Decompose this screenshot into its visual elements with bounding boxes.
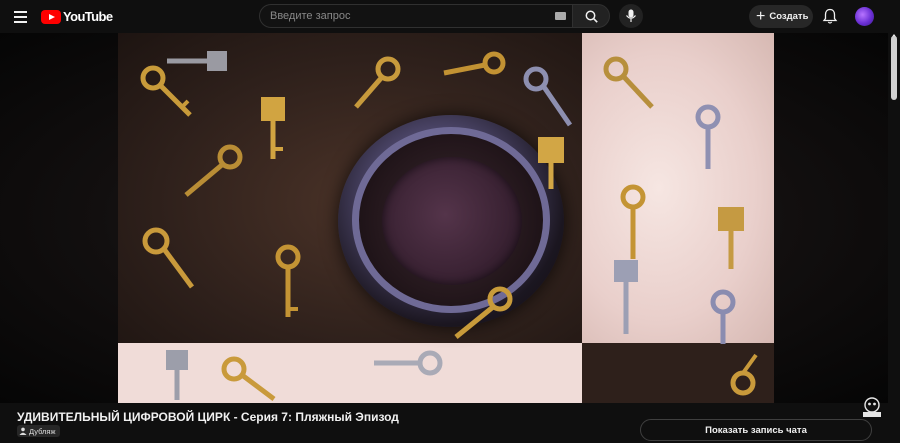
key-image: [261, 97, 285, 159]
video-player[interactable]: [0, 33, 888, 417]
search-icon: [585, 10, 598, 23]
video-title: УДИВИТЕЛЬНЫЙ ЦИФРОВОЙ ЦИРК - Серия 7: Пл…: [17, 410, 399, 424]
cauldron-inner: [382, 157, 522, 285]
key-image: [718, 207, 744, 269]
key-image: [730, 353, 758, 396]
key-image: [443, 51, 506, 76]
key-image: [166, 350, 188, 400]
scrollbar-thumb[interactable]: [891, 36, 897, 100]
youtube-logo-icon: [41, 9, 61, 24]
key-image: [184, 144, 243, 197]
key-image: [354, 56, 401, 109]
key-image: [167, 51, 227, 71]
chat-button-label: Показать запись чата: [705, 424, 807, 436]
video-frame[interactable]: [118, 33, 774, 403]
key-image: [221, 356, 276, 401]
plus-icon: +: [756, 7, 766, 25]
channel-watermark-icon[interactable]: [860, 396, 884, 418]
key-image: [454, 286, 513, 339]
voice-search-button[interactable]: [619, 4, 643, 28]
bell-icon[interactable]: [822, 8, 838, 25]
search-button[interactable]: [572, 4, 610, 28]
key-image: [523, 66, 573, 127]
keyboard-icon[interactable]: [555, 12, 566, 20]
key-image: [695, 104, 721, 169]
create-button[interactable]: + Создать: [749, 5, 813, 28]
search-box: [259, 4, 572, 28]
dub-badge[interactable]: Дубляж: [17, 425, 60, 437]
person-icon: [19, 427, 27, 435]
logo-text: YouTube: [63, 9, 113, 24]
key-image: [275, 244, 301, 317]
top-bar: YouTube + Создать: [0, 0, 900, 33]
show-chat-replay-button[interactable]: Показать запись чата: [640, 419, 872, 441]
dub-badge-label: Дубляж: [29, 426, 56, 436]
key-image: [374, 350, 443, 376]
key-image: [614, 260, 638, 334]
avatar[interactable]: [855, 7, 874, 26]
key-image: [620, 184, 646, 259]
key-image: [538, 137, 564, 189]
microphone-icon: [626, 9, 636, 22]
key-image: [710, 289, 736, 344]
create-label: Создать: [769, 11, 809, 22]
search-input[interactable]: [270, 5, 550, 27]
key-image: [142, 227, 195, 289]
menu-icon[interactable]: [10, 6, 32, 28]
youtube-logo[interactable]: YouTube: [41, 8, 113, 25]
key-image: [603, 56, 654, 109]
